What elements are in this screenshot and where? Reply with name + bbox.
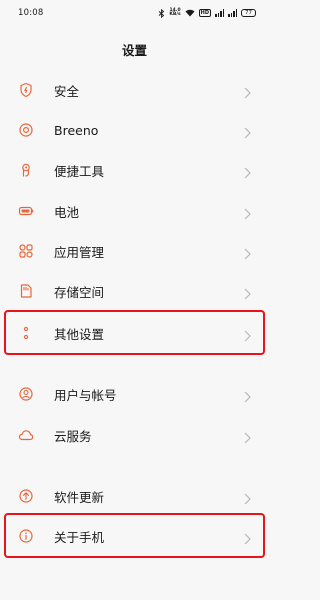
- chevron-right-icon: [244, 388, 251, 403]
- chevron-right-icon: [244, 245, 251, 260]
- update-icon: [18, 488, 34, 504]
- battery-icon: [18, 203, 34, 219]
- menu-item-battery[interactable]: 电池: [0, 191, 269, 231]
- user-icon: [18, 386, 34, 402]
- menu-item-cloud-service[interactable]: 云服务: [0, 415, 269, 455]
- menu-item-label: 用户与帐号: [54, 387, 117, 403]
- breeno-icon: [18, 122, 34, 138]
- signal-icon: [215, 9, 224, 17]
- hand-tool-icon: [18, 162, 34, 178]
- cloud-icon: [18, 427, 34, 443]
- menu-item-software-update[interactable]: 软件更新: [0, 476, 269, 516]
- battery-level: 77: [245, 10, 252, 16]
- menu-item-convenience-tools[interactable]: 便捷工具: [0, 150, 269, 190]
- menu-item-label: 存储空间: [54, 284, 105, 300]
- wifi-icon: [185, 9, 195, 17]
- chevron-right-icon: [244, 490, 251, 505]
- status-time: 10:08: [18, 8, 44, 18]
- menu-item-breeno[interactable]: Breeno: [0, 110, 269, 150]
- page-title: 设置: [121, 43, 147, 58]
- menu-item-app-management[interactable]: 应用管理: [0, 231, 269, 271]
- menu-item-label: 应用管理: [54, 244, 105, 260]
- battery-status-icon: 77: [241, 9, 256, 17]
- menu-item-label: 云服务: [54, 428, 92, 444]
- menu-item-label: 电池: [54, 204, 80, 220]
- status-bar: 10:08 14.0 KB/s HD 77: [0, 0, 269, 26]
- chevron-right-icon: [244, 164, 251, 179]
- chevron-right-icon: [244, 205, 251, 220]
- menu-item-security[interactable]: 安全: [0, 70, 269, 110]
- highlight-box-other-settings: [4, 310, 265, 355]
- chevron-right-icon: [244, 124, 251, 139]
- status-icons: 14.0 KB/s HD 77: [158, 8, 256, 18]
- menu-item-label: 软件更新: [54, 489, 105, 505]
- apps-grid-icon: [18, 243, 34, 259]
- chevron-right-icon: [244, 84, 251, 99]
- chevron-right-icon: [244, 285, 251, 300]
- shield-icon: [18, 82, 34, 98]
- highlight-box-about-phone: [4, 513, 265, 558]
- chevron-right-icon: [244, 429, 251, 444]
- network-speed-unit: KB/s: [169, 12, 181, 17]
- menu-item-label: 便捷工具: [54, 163, 105, 179]
- network-speed: 14.0 KB/s: [169, 8, 181, 18]
- menu-item-storage[interactable]: 存储空间: [0, 271, 269, 311]
- hd-badge: HD: [198, 9, 211, 17]
- bluetooth-icon: [158, 8, 165, 18]
- storage-icon: [18, 283, 34, 299]
- menu-item-label: 安全: [54, 83, 80, 99]
- signal-icon-2: [228, 9, 237, 17]
- menu-item-users-accounts[interactable]: 用户与帐号: [0, 374, 269, 414]
- menu-item-label: Breeno: [54, 122, 99, 138]
